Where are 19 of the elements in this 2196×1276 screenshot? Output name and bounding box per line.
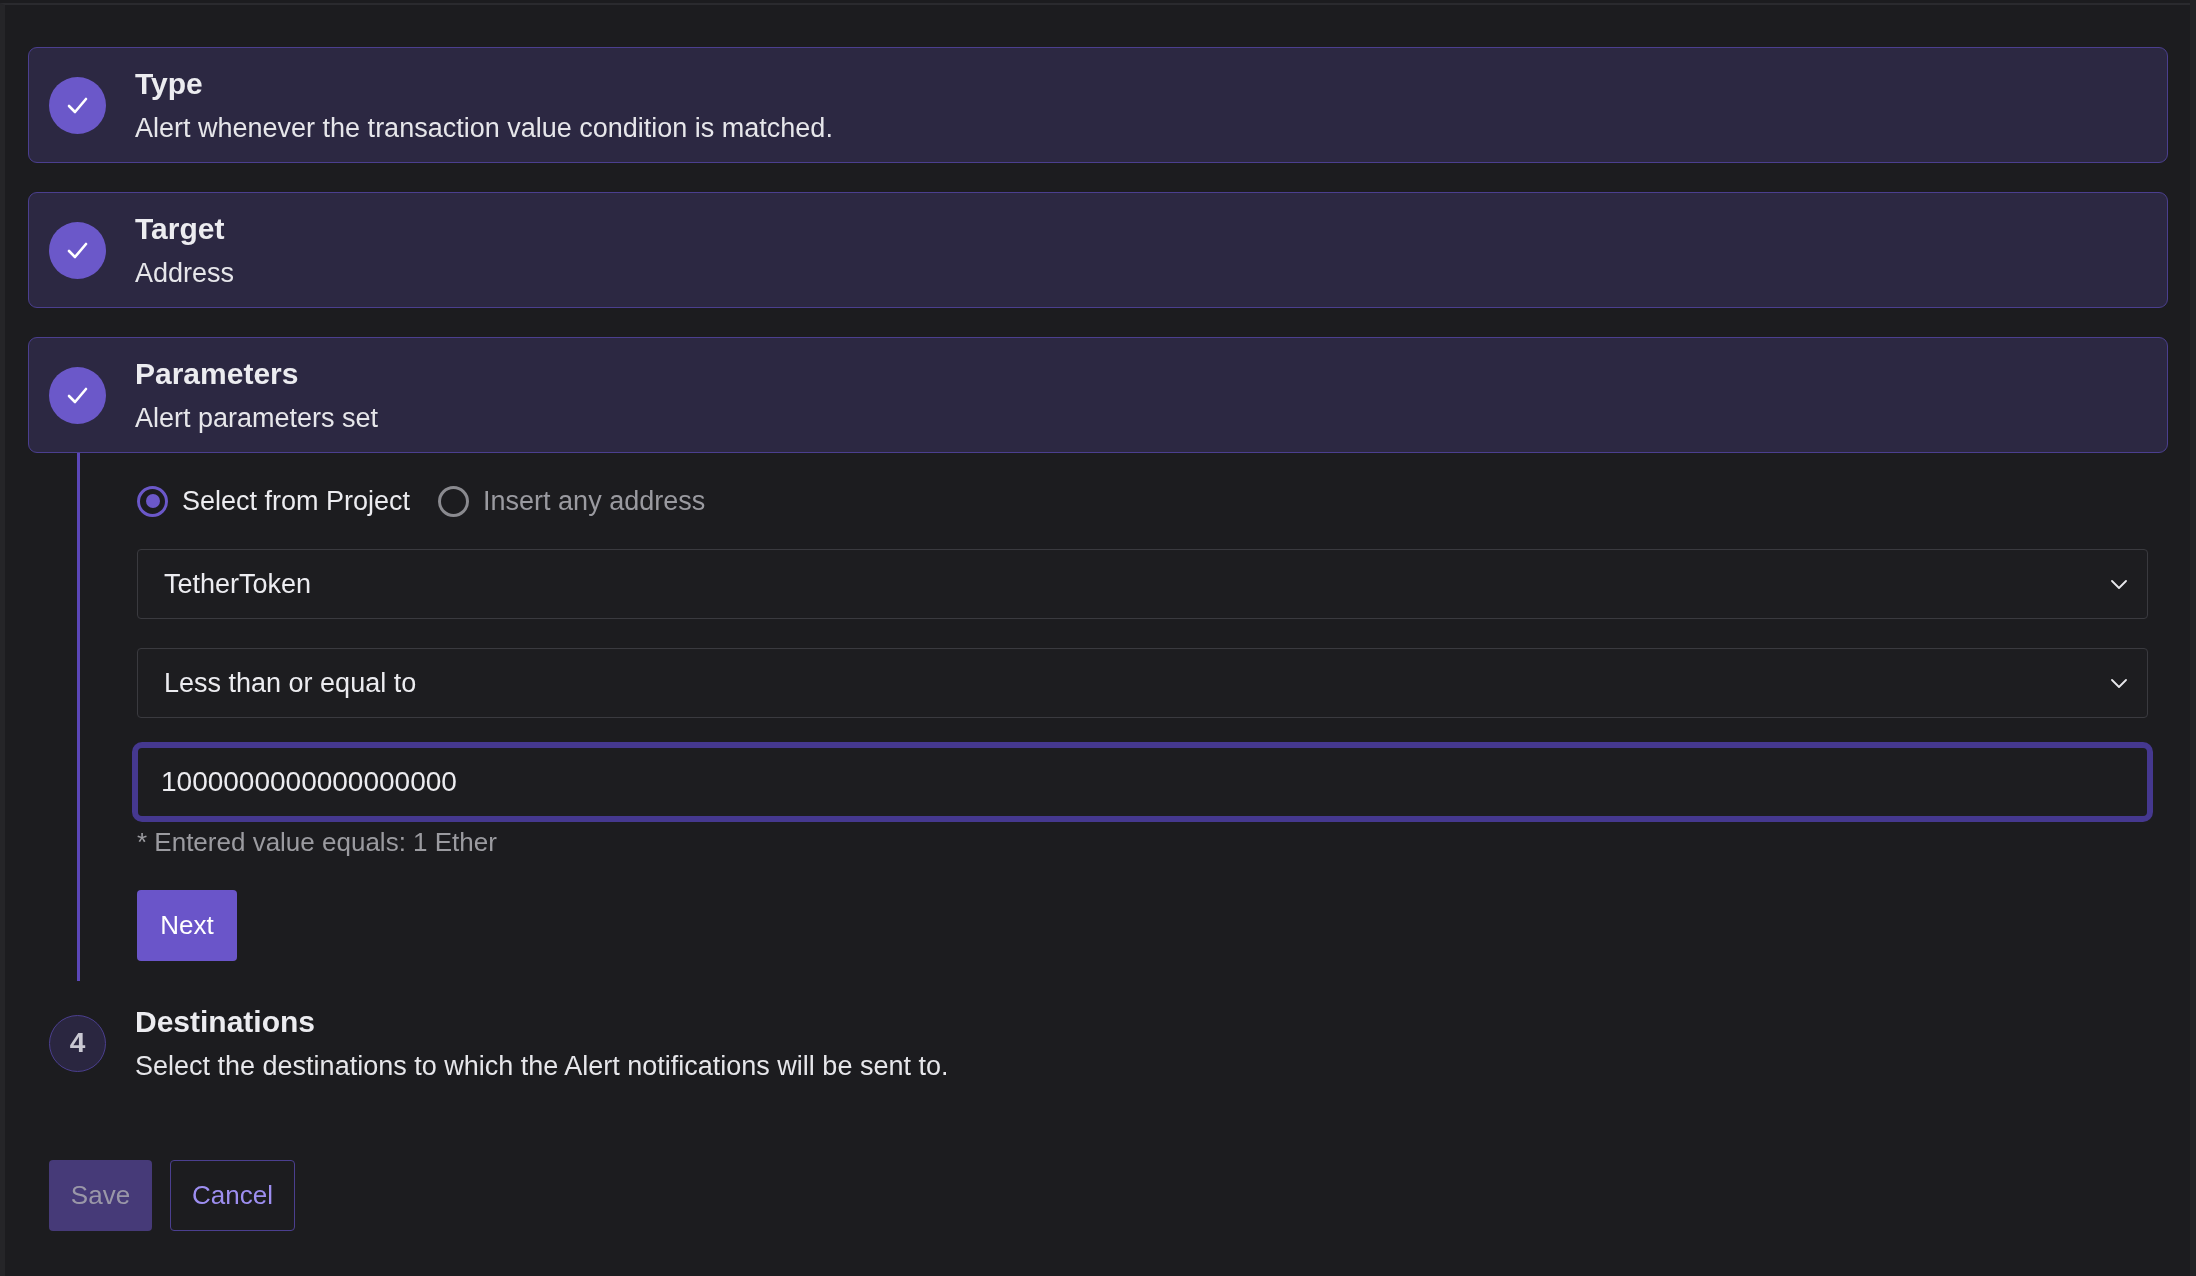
contract-select[interactable]: TetherToken [137,549,2148,619]
step-title: Target [135,210,226,247]
value-input[interactable]: 1000000000000000000 [132,742,2153,822]
next-button[interactable]: Next [137,890,237,961]
step-description: Select the destinations to which the Alert notifications will be sent to. [135,1049,949,1083]
step-number: 4 [49,1014,106,1072]
step-description: Alert whenever the transaction value condition is matched. [135,111,833,145]
hint-text: * Entered value equals: 1 Ether [137,826,498,859]
step-title: Type [135,65,204,102]
chevron-down-icon [2111,579,2127,589]
step-description: Address [135,256,235,290]
step-title: Parameters [135,355,300,392]
radio-option[interactable]: Select from Project [137,485,411,517]
radio-option[interactable]: Insert any address [438,485,706,517]
cancel-button[interactable]: Cancel [170,1160,295,1231]
step-description: Alert parameters set [135,401,379,435]
step-title: Destinations [135,1003,317,1040]
chevron-down-icon [2111,678,2127,688]
condition-select[interactable]: Less than or equal to [137,648,2148,718]
